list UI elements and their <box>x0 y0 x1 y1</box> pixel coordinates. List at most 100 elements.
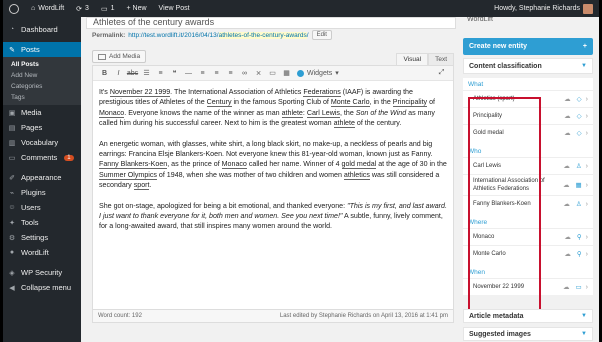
sidebar-item-wp-security[interactable]: ◈ WP Security <box>3 265 81 280</box>
comment-bubble-icon: ▭ <box>100 5 108 13</box>
toolbar-toggle-icon[interactable]: ▦ <box>280 68 293 79</box>
numbered-list-icon[interactable]: ≡ <box>154 68 167 79</box>
link-icon[interactable]: ∞ <box>238 68 251 79</box>
entity-row[interactable]: Fanny Blankers-Koen ☁ ♙ › <box>463 195 593 212</box>
post-content[interactable]: It's November 22 1999. The International… <box>93 81 453 232</box>
article-metadata-header[interactable]: Article metadata ▼ <box>463 309 593 323</box>
italic-icon[interactable]: I <box>112 68 125 79</box>
link-icon[interactable]: ☁ <box>563 181 570 189</box>
sidebar-item-wordlift[interactable]: ● WordLift <box>3 245 81 260</box>
align-right-icon[interactable]: ≡ <box>224 68 237 79</box>
entity-when[interactable]: November 22 1999 <box>109 88 171 97</box>
entity-what[interactable]: athlete <box>281 108 303 118</box>
site-name-link[interactable]: ⌂ WordLift <box>25 0 70 17</box>
content-classification-header[interactable]: Content classification ▼ <box>463 58 593 74</box>
tab-text[interactable]: Text <box>428 53 454 65</box>
suggested-images-header[interactable]: Suggested images ▼ <box>463 327 593 341</box>
entity-row[interactable]: Monte Carlo ☁ ⚲ › <box>463 245 593 262</box>
chevron-right-icon[interactable]: › <box>586 96 588 103</box>
permalink-base: http://test.wordlift.it/2016/04/13/ <box>128 31 219 39</box>
entity-what[interactable]: gold medal <box>341 160 377 170</box>
strikethrough-icon[interactable]: abc <box>126 68 139 79</box>
entity-row[interactable]: Principality ☁ ◇ › <box>463 107 593 124</box>
account-menu[interactable]: Howdy, Stephanie Richards <box>488 0 599 17</box>
sidebar-item-media[interactable]: ▣ Media <box>3 105 81 120</box>
sidebar-item-users[interactable]: ☺ Users <box>3 200 81 215</box>
entity-who[interactable]: Federations <box>303 88 341 97</box>
unlink-icon[interactable]: ⨯ <box>252 68 265 79</box>
entity-what[interactable]: athlete <box>333 119 355 129</box>
submenu-categories[interactable]: Categories <box>3 81 81 92</box>
tab-visual[interactable]: Visual <box>396 53 429 65</box>
submenu-tags[interactable]: Tags <box>3 92 81 103</box>
bold-icon[interactable]: B <box>98 68 111 79</box>
collapse-menu-button[interactable]: ◀ Collapse menu <box>3 280 81 295</box>
chevron-right-icon[interactable]: › <box>586 201 588 208</box>
sidebar-item-dashboard[interactable]: ◔ Dashboard <box>3 22 81 37</box>
entity-where[interactable]: Monaco <box>221 160 247 170</box>
link-icon[interactable]: ☁ <box>564 129 571 137</box>
link-icon[interactable]: ☁ <box>564 233 571 241</box>
submenu-all-posts[interactable]: All Posts <box>3 59 81 70</box>
sidebar-item-tools[interactable]: ✦ Tools <box>3 215 81 230</box>
chevron-right-icon[interactable]: › <box>586 284 588 291</box>
entity-row[interactable]: Gold medal ☁ ◇ › <box>463 124 593 141</box>
fullscreen-icon[interactable]: ⤢ <box>435 68 448 79</box>
entity-who[interactable]: Carl Lewis <box>306 108 340 118</box>
link-icon[interactable]: ☁ <box>563 283 570 291</box>
link-icon[interactable]: ☁ <box>564 112 571 120</box>
submenu-add-new[interactable]: Add New <box>3 70 81 81</box>
align-center-icon[interactable]: ≡ <box>210 68 223 79</box>
wordlift-panel: WordLift Create new entity + Content clas… <box>463 17 593 342</box>
entity-row[interactable]: Monaco ☁ ⚲ › <box>463 228 593 245</box>
create-entity-label: Create new entity <box>469 43 527 50</box>
link-icon[interactable]: ☁ <box>563 200 570 208</box>
chevron-right-icon[interactable]: › <box>586 182 588 189</box>
bullet-list-icon[interactable]: ☰ <box>140 68 153 79</box>
chevron-right-icon[interactable]: › <box>586 113 588 120</box>
create-entity-button[interactable]: Create new entity + <box>463 38 593 55</box>
link-icon[interactable]: ☁ <box>564 250 571 258</box>
permalink-edit-button[interactable]: Edit <box>311 30 332 40</box>
entity-where[interactable]: Monte Carlo <box>330 98 370 108</box>
entity-where[interactable]: Monaco <box>99 108 125 118</box>
sidebar-item-comments[interactable]: ▭ Comments 1 <box>3 150 81 165</box>
add-media-button[interactable]: Add Media <box>92 50 147 63</box>
read-more-icon[interactable]: ▭ <box>266 68 279 79</box>
permalink-url[interactable]: http://test.wordlift.it/2016/04/13/athle… <box>128 31 309 39</box>
blockquote-icon[interactable]: ❝ <box>168 68 181 79</box>
chevron-right-icon[interactable]: › <box>586 163 588 170</box>
widgets-dropdown[interactable]: Widgets ▾ <box>294 68 342 79</box>
sidebar-item-appearance[interactable]: ✐ Appearance <box>3 170 81 185</box>
entity-row[interactable]: November 22 1999 ☁ ▭ › <box>463 278 593 295</box>
sidebar-item-settings[interactable]: ⚙ Settings <box>3 230 81 245</box>
updates-link[interactable]: ⟳ 3 <box>70 0 95 17</box>
sidebar-item-vocabulary[interactable]: ▥ Vocabulary <box>3 135 81 150</box>
view-post-link[interactable]: View Post <box>153 0 196 17</box>
link-icon[interactable]: ☁ <box>563 162 570 170</box>
sidebar-item-label: Pages <box>21 123 43 132</box>
comments-link[interactable]: ▭ 1 <box>95 0 121 17</box>
horizontal-rule-icon[interactable]: — <box>182 68 195 79</box>
sidebar-item-pages[interactable]: ▤ Pages <box>3 120 81 135</box>
entity-what[interactable]: Summer Olympics <box>99 170 157 180</box>
post-title-input[interactable]: Athletes of the century awards <box>86 17 456 29</box>
entity-row[interactable]: International Association of Athletics F… <box>463 174 593 195</box>
chevron-right-icon[interactable]: › <box>586 234 588 241</box>
entity-what[interactable]: Century <box>206 98 232 108</box>
align-left-icon[interactable]: ≡ <box>196 68 209 79</box>
wp-logo-menu[interactable] <box>3 0 25 17</box>
sidebar-item-posts[interactable]: ✎ Posts <box>3 42 81 57</box>
entity-what[interactable]: athletics <box>343 170 370 180</box>
chevron-right-icon[interactable]: › <box>586 130 588 137</box>
entity-row[interactable]: Carl Lewis ☁ ♙ › <box>463 157 593 174</box>
sidebar-item-plugins[interactable]: ⌁ Plugins <box>3 185 81 200</box>
entity-what[interactable]: sport <box>133 181 150 191</box>
link-icon[interactable]: ☁ <box>564 95 571 103</box>
chevron-down-icon: ▼ <box>581 331 587 337</box>
new-content-link[interactable]: + New <box>120 0 152 17</box>
entity-who[interactable]: Fanny Blankers-Koen <box>99 160 168 170</box>
chevron-right-icon[interactable]: › <box>586 251 588 258</box>
entity-what[interactable]: Principality <box>392 98 428 108</box>
entity-row[interactable]: Athletics (sport) ☁ ◇ › <box>463 90 593 107</box>
